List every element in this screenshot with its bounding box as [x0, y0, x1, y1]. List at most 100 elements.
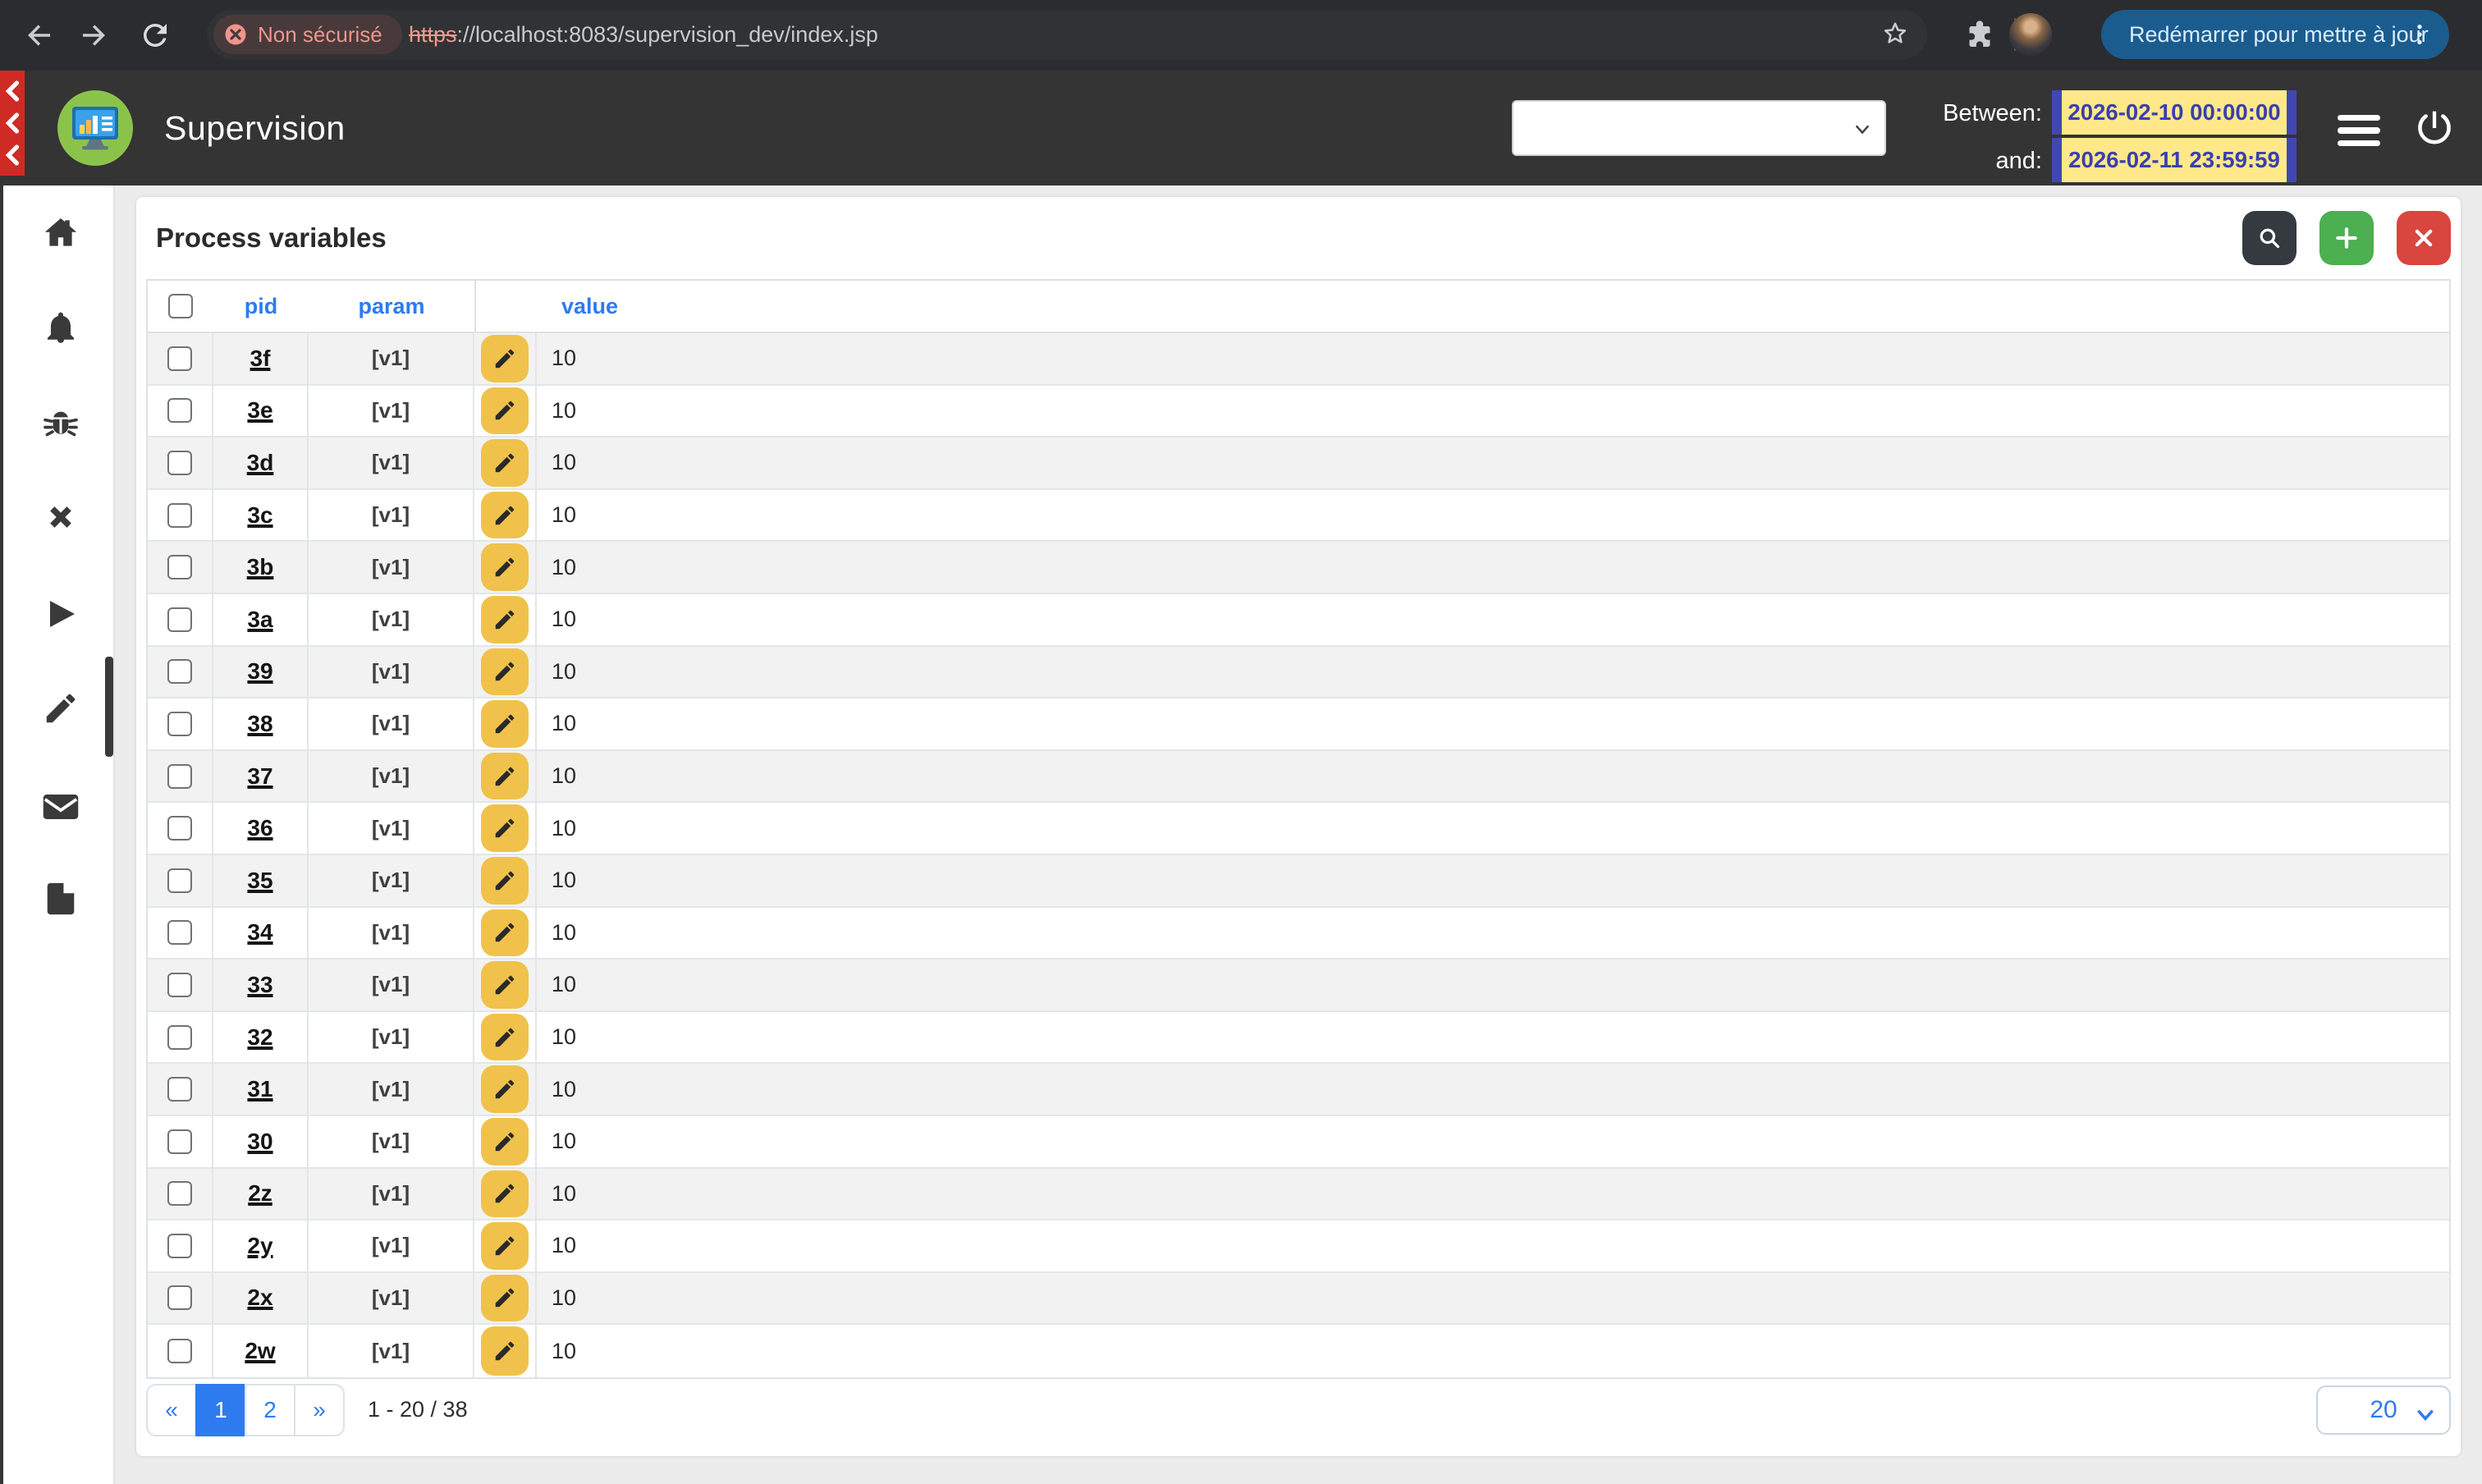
column-header-value[interactable]: value [474, 281, 2449, 332]
row-checkbox[interactable] [167, 1077, 192, 1102]
delete-button[interactable] [2397, 211, 2451, 265]
row-checkbox[interactable] [167, 868, 192, 893]
forward-icon[interactable] [77, 18, 112, 53]
pid-link[interactable]: 3d [247, 450, 274, 476]
back-icon[interactable] [21, 18, 56, 53]
pagination-prev-button[interactable]: « [146, 1384, 197, 1436]
pid-link[interactable]: 2x [247, 1285, 272, 1311]
pid-link[interactable]: 38 [247, 711, 272, 737]
edit-button[interactable] [481, 804, 529, 852]
edit-button[interactable] [481, 1118, 529, 1166]
pid-link[interactable]: 37 [247, 763, 272, 790]
edit-button[interactable] [481, 543, 529, 591]
sidebar-item-edit[interactable] [3, 689, 118, 727]
column-header-param[interactable]: param [309, 281, 474, 332]
pid-link[interactable]: 2z [248, 1180, 272, 1207]
row-checkbox[interactable] [167, 712, 192, 736]
collapse-tabs[interactable] [0, 71, 25, 176]
bookmark-star-icon[interactable] [1880, 18, 1911, 49]
sidebar-item-mail[interactable] [3, 786, 118, 827]
sidebar-item-bugs[interactable] [3, 404, 118, 443]
pencil-icon [42, 689, 80, 727]
row-checkbox[interactable] [167, 764, 192, 789]
add-button[interactable] [2319, 211, 2374, 265]
value-cell: 10 [552, 659, 576, 685]
sidebar-item-run[interactable] [3, 594, 118, 634]
row-checkbox[interactable] [167, 1025, 192, 1050]
security-chip[interactable]: Non sécurisé [213, 15, 402, 54]
sidebar-item-errors[interactable] [3, 499, 118, 535]
row-checkbox[interactable] [167, 1234, 192, 1258]
select-all-checkbox[interactable] [168, 294, 193, 318]
edit-button[interactable] [481, 961, 529, 1009]
edit-button[interactable] [481, 1275, 529, 1322]
update-browser-button[interactable]: Redémarrer pour mettre à jour [2101, 10, 2449, 59]
pagination-page-1[interactable]: 1 [195, 1384, 246, 1436]
sidebar-item-reports[interactable] [3, 880, 118, 918]
row-checkbox[interactable] [167, 816, 192, 840]
row-checkbox[interactable] [167, 1339, 192, 1363]
extensions-icon[interactable] [1963, 18, 1996, 51]
pid-link[interactable]: 30 [247, 1129, 272, 1155]
pid-link[interactable]: 36 [247, 815, 272, 841]
sidebar-scroll-indicator[interactable] [105, 657, 113, 757]
edit-button[interactable] [481, 1014, 529, 1061]
edit-button[interactable] [481, 909, 529, 957]
profile-avatar[interactable] [2009, 13, 2052, 56]
edit-button[interactable] [481, 439, 529, 487]
pagination-next-button[interactable]: » [294, 1384, 345, 1436]
kebab-menu-icon[interactable] [2406, 21, 2433, 48]
pid-link[interactable]: 32 [247, 1024, 272, 1051]
date-to-input[interactable]: 2026-02-11 23:59:59 [2052, 138, 2297, 182]
menu-hamburger-icon[interactable] [2338, 115, 2380, 153]
pid-link[interactable]: 34 [247, 919, 272, 946]
pid-link[interactable]: 39 [247, 658, 272, 685]
process-variables-table: pid param value 3f [v1] 10 3e [v1] 10 [146, 279, 2451, 1379]
pid-link[interactable]: 2w [245, 1338, 275, 1364]
edit-button[interactable] [481, 596, 529, 644]
pid-link[interactable]: 31 [247, 1076, 272, 1102]
edit-button[interactable] [481, 387, 529, 435]
search-button[interactable] [2242, 211, 2297, 265]
column-header-pid[interactable]: pid [213, 281, 309, 332]
pid-link[interactable]: 3f [250, 346, 271, 372]
pid-link[interactable]: 3c [247, 502, 272, 529]
row-checkbox[interactable] [167, 1285, 192, 1310]
row-checkbox[interactable] [167, 555, 192, 579]
pid-link[interactable]: 3a [247, 607, 272, 633]
url-bar[interactable]: Non sécurisé https://localhost:8083/supe… [207, 10, 1927, 59]
row-checkbox[interactable] [167, 659, 192, 684]
edit-button[interactable] [481, 1170, 529, 1218]
pid-link[interactable]: 3b [247, 554, 274, 580]
pagination-page-2[interactable]: 2 [245, 1384, 295, 1436]
date-from-input[interactable]: 2026-02-10 00:00:00 [2052, 90, 2297, 135]
edit-button[interactable] [481, 335, 529, 382]
row-checkbox[interactable] [167, 398, 192, 423]
pid-link[interactable]: 2y [247, 1233, 272, 1259]
row-checkbox[interactable] [167, 607, 192, 632]
edit-button[interactable] [481, 753, 529, 800]
edit-button[interactable] [481, 857, 529, 905]
edit-button[interactable] [481, 1065, 529, 1113]
edit-button[interactable] [481, 648, 529, 696]
sidebar-item-alerts[interactable] [3, 309, 118, 346]
row-checkbox[interactable] [167, 973, 192, 997]
edit-button[interactable] [481, 1326, 529, 1376]
edit-button[interactable] [481, 492, 529, 539]
row-checkbox[interactable] [167, 503, 192, 528]
pid-link[interactable]: 35 [247, 868, 272, 894]
pid-link[interactable]: 33 [247, 972, 272, 998]
row-checkbox[interactable] [167, 346, 192, 371]
page-size-select[interactable]: 20 [2316, 1386, 2451, 1435]
process-select[interactable] [1512, 100, 1886, 156]
row-checkbox[interactable] [167, 1181, 192, 1206]
row-checkbox[interactable] [167, 451, 192, 475]
edit-button[interactable] [481, 700, 529, 748]
pid-link[interactable]: 3e [247, 397, 272, 424]
row-checkbox[interactable] [167, 920, 192, 945]
sidebar-item-home[interactable] [3, 213, 118, 253]
edit-button[interactable] [481, 1222, 529, 1270]
row-checkbox[interactable] [167, 1129, 192, 1154]
reload-icon[interactable] [138, 18, 172, 53]
power-icon[interactable] [2413, 107, 2456, 149]
